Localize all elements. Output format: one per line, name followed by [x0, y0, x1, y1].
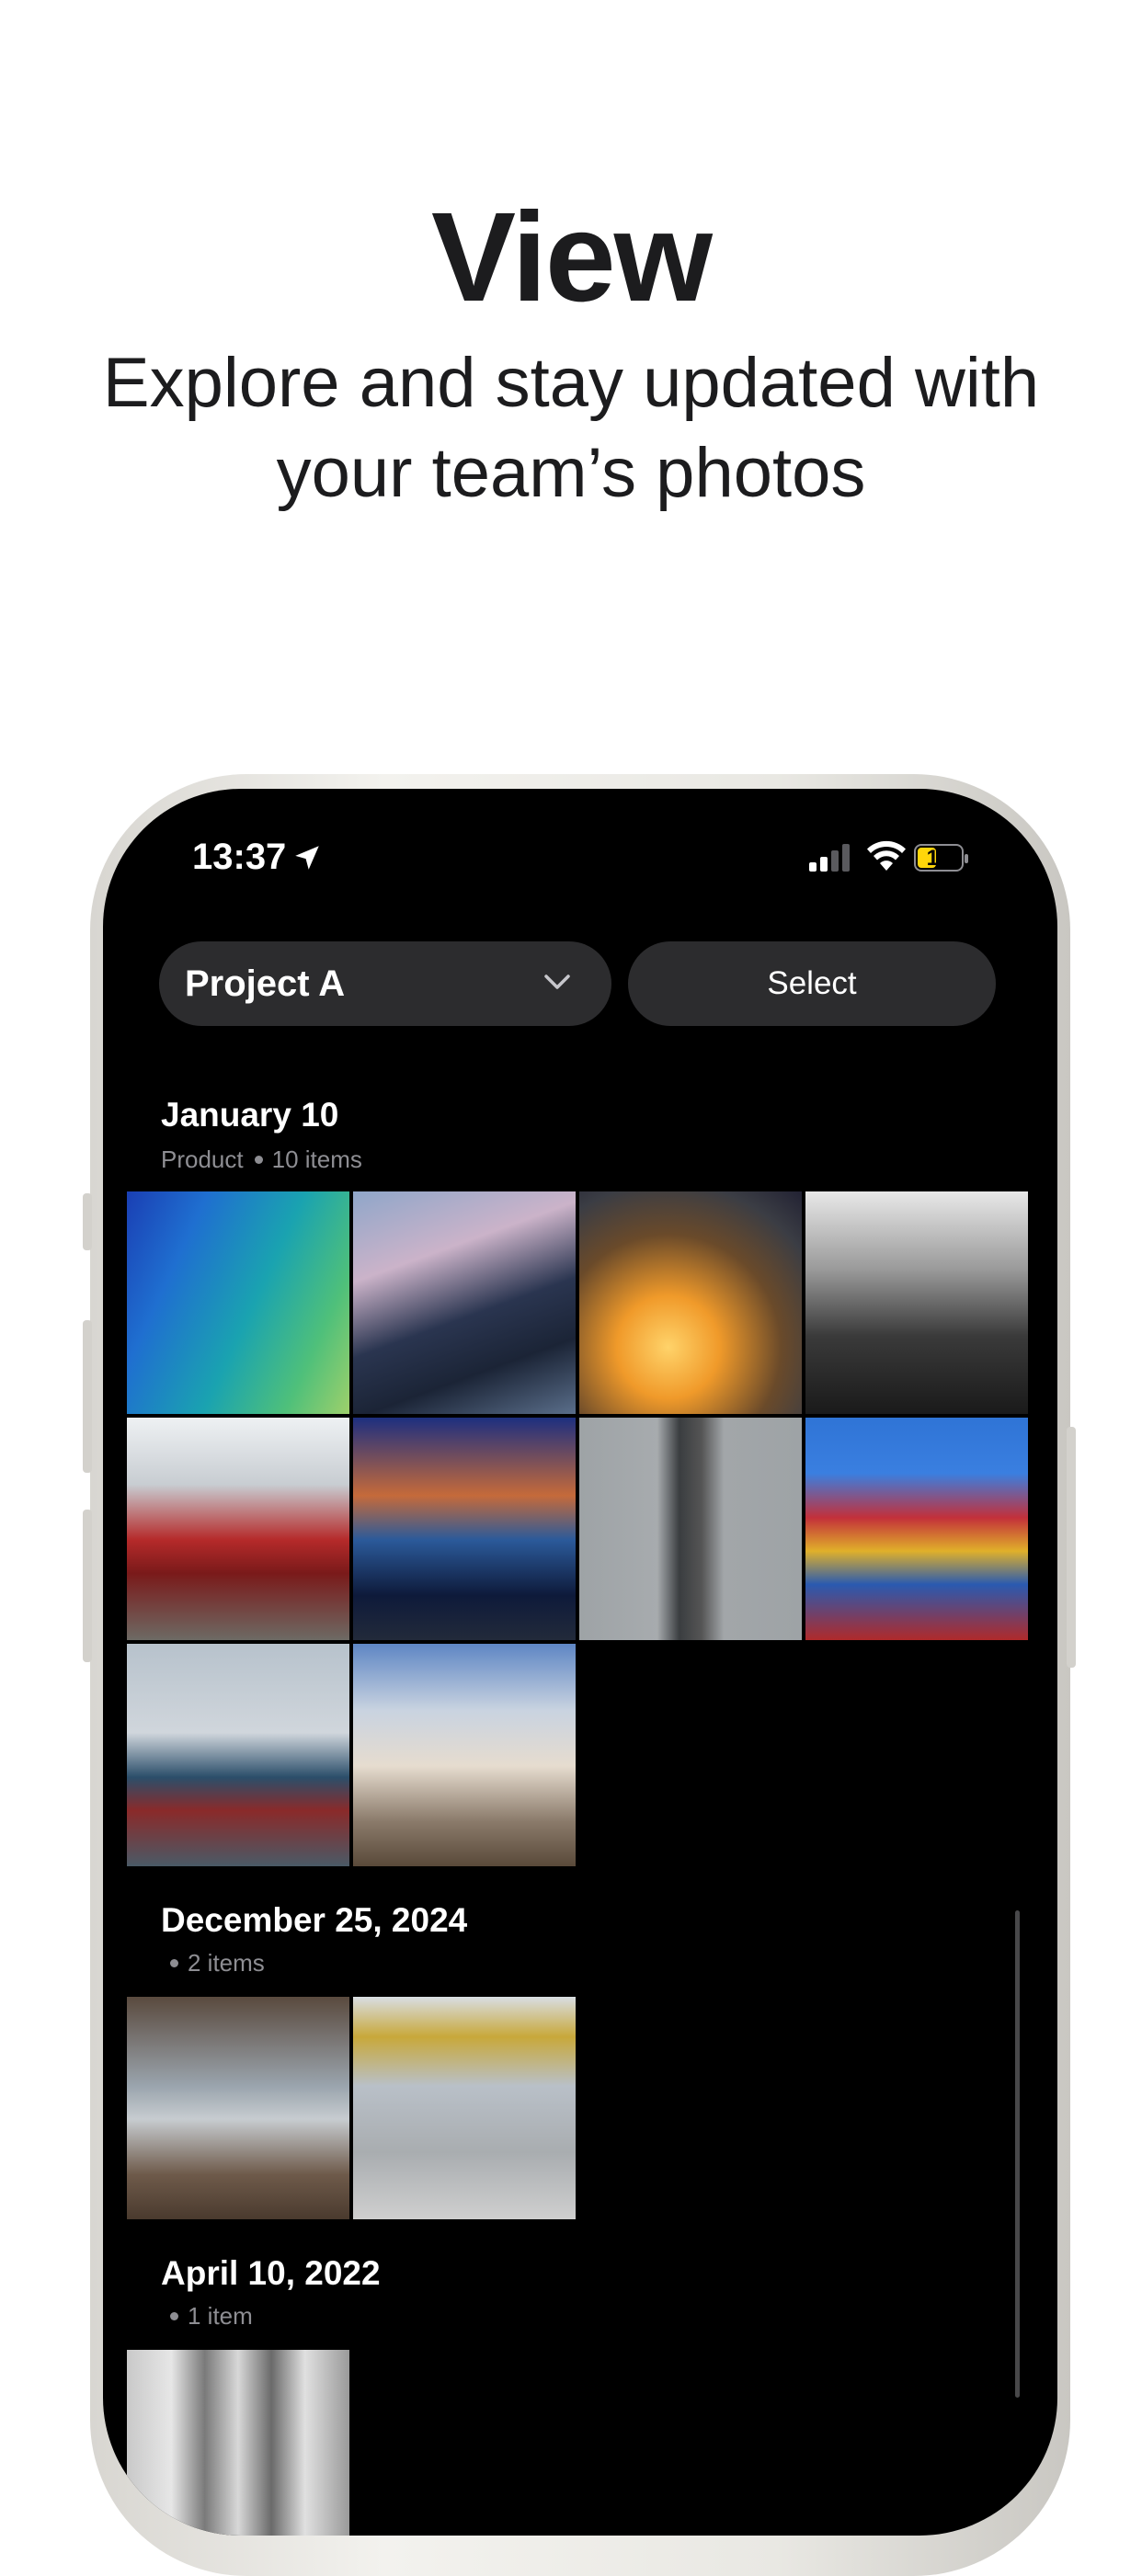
- chevron-down-icon: [544, 975, 570, 989]
- photo-thumbnail-factory-hall[interactable]: [127, 1997, 349, 2219]
- photo-thumbnail-green-gradient[interactable]: [127, 1191, 349, 1414]
- battery-level: 14: [926, 846, 952, 871]
- section-date-apr-10: April 10, 2022: [161, 2254, 381, 2292]
- photo-thumbnail-cooling-towers[interactable]: [353, 1644, 576, 1866]
- phone-action-button: [83, 1193, 92, 1250]
- photo-thumbnail-warehouse-worker[interactable]: [353, 1997, 576, 2219]
- section-tag: Product: [161, 1146, 244, 1173]
- wifi-icon: [867, 840, 906, 871]
- section-count: 10 items: [271, 1146, 362, 1173]
- photo-thumbnail-reach-stacker[interactable]: [127, 1418, 349, 1640]
- photo-thumbnail-chimney[interactable]: [579, 1418, 802, 1640]
- section-date-dec-25: December 25, 2024: [161, 1901, 468, 1939]
- project-picker-label: Project A: [185, 963, 346, 1004]
- location-arrow-icon: [295, 846, 319, 870]
- status-bar: 13:37 14: [103, 837, 1057, 892]
- cellular-signal-icon: [809, 844, 850, 872]
- subtitle-line-2: your team’s photos: [276, 434, 866, 512]
- section-meta-dec-25: 2 items: [161, 1949, 265, 1978]
- photo-thumbnail-sparks[interactable]: [579, 1191, 802, 1414]
- marketing-title: View: [431, 187, 713, 328]
- section-meta-jan-10: Product 10 items: [161, 1146, 362, 1174]
- marketing-subtitle: Explore and stay updated with your team’…: [55, 338, 1087, 519]
- status-time: 13:37: [192, 837, 287, 877]
- section-count: 2 items: [188, 1949, 265, 1977]
- photo-thumbnail-industrial-plant[interactable]: [805, 1191, 1028, 1414]
- battery-icon: 14: [914, 844, 968, 872]
- section-count: 1 item: [188, 2302, 253, 2330]
- phone-volume-up-button: [83, 1320, 92, 1473]
- subtitle-line-1: Explore and stay updated with: [102, 344, 1040, 422]
- photo-thumbnail-pipes[interactable]: [127, 2350, 349, 2536]
- phone-power-button: [1067, 1427, 1076, 1668]
- section-meta-apr-10: 1 item: [161, 2302, 253, 2331]
- scroll-indicator[interactable]: [1015, 1910, 1020, 2398]
- photo-thumbnail-cargo-ship[interactable]: [127, 1644, 349, 1866]
- phone-volume-down-button: [83, 1510, 92, 1662]
- phone-screen: 13:37 14 Project A Select January 10 Pro…: [103, 789, 1057, 2536]
- photo-thumbnail-ship-terminal[interactable]: [353, 1191, 576, 1414]
- project-picker-button[interactable]: Project A: [159, 941, 611, 1026]
- photo-thumbnail-container-ship-night[interactable]: [353, 1418, 576, 1640]
- photo-thumbnail-stacked-containers[interactable]: [805, 1418, 1028, 1640]
- select-button[interactable]: Select: [628, 941, 996, 1026]
- section-date-jan-10: January 10: [161, 1096, 339, 1134]
